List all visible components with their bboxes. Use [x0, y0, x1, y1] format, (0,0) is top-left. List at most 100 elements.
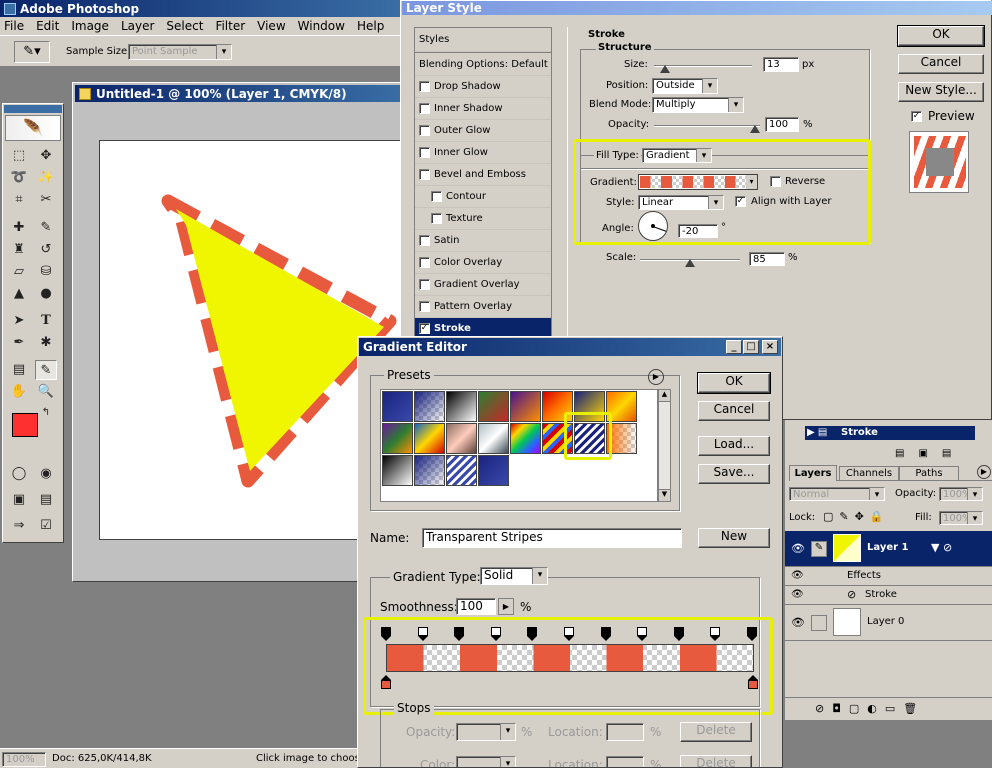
- feather-logo-icon[interactable]: 🪶: [5, 115, 61, 141]
- gradient-preset-swatch[interactable]: [478, 423, 509, 454]
- gradient-preset-swatch[interactable]: [414, 455, 445, 486]
- style-item-outer-glow[interactable]: Outer Glow: [415, 120, 551, 142]
- clone-stamp-icon[interactable]: ♜: [8, 240, 30, 260]
- layer-style-titlebar[interactable]: Layer Style: [402, 1, 992, 15]
- pen-tool-icon[interactable]: ✒: [8, 333, 30, 353]
- slice-tool-icon[interactable]: ✂: [35, 190, 57, 210]
- layer-style-ok-button[interactable]: OK: [897, 25, 985, 47]
- style-item-checkbox[interactable]: [419, 279, 430, 290]
- menu-image[interactable]: Image: [71, 19, 109, 33]
- document-titlebar[interactable]: Untitled-1 @ 100% (Layer 1, CMYK/8): [75, 85, 405, 102]
- paint-bucket-icon[interactable]: ⛁: [35, 262, 57, 282]
- scale-slider-thumb[interactable]: [685, 259, 695, 267]
- sample-size-select[interactable]: Point Sample: [128, 44, 232, 60]
- healing-brush-icon[interactable]: ✚: [8, 218, 30, 238]
- gradient-editor-titlebar[interactable]: Gradient Editor: [359, 338, 781, 356]
- style-item-checkbox[interactable]: [419, 235, 430, 246]
- gradient-load-button[interactable]: Load...: [698, 436, 770, 456]
- layer-blend-select[interactable]: Normal: [789, 487, 885, 501]
- style-item-checkbox[interactable]: [419, 169, 430, 180]
- imageready-jump-icon[interactable]: ⇒: [8, 516, 30, 536]
- new-style-button[interactable]: New Style...: [898, 82, 984, 102]
- zoom-tool-icon[interactable]: 🔍: [35, 382, 57, 402]
- blend-mode-select[interactable]: Multiply: [652, 97, 744, 113]
- opacity-slider[interactable]: [654, 125, 760, 127]
- jump-to-icon[interactable]: ☑: [35, 516, 57, 536]
- eyedropper-tool-icon[interactable]: ✎: [35, 360, 57, 380]
- menu-layer[interactable]: Layer: [121, 19, 154, 33]
- style-item-checkbox[interactable]: [419, 81, 430, 92]
- lock-icons[interactable]: ▢✎✥🔒: [823, 510, 903, 524]
- scroll-up-icon[interactable]: ▲: [659, 390, 670, 402]
- opacity-slider-thumb[interactable]: [750, 125, 760, 133]
- brush-link-icon[interactable]: ✎: [811, 541, 827, 557]
- gradient-cancel-button[interactable]: Cancel: [698, 401, 770, 421]
- style-item-contour[interactable]: Contour: [415, 186, 551, 208]
- blur-tool-icon[interactable]: ▲: [8, 284, 30, 304]
- style-item-checkbox[interactable]: [419, 103, 430, 114]
- scroll-down-icon[interactable]: ▼: [659, 489, 670, 501]
- fullscreen-mode-icon[interactable]: ▤: [35, 490, 57, 510]
- gradient-preset-swatch[interactable]: [382, 423, 413, 454]
- foreground-color-swatch[interactable]: [12, 413, 38, 437]
- style-item-gradient-overlay[interactable]: Gradient Overlay: [415, 274, 551, 296]
- move-tool-icon[interactable]: ✥: [35, 146, 57, 166]
- fill-select[interactable]: 100%: [939, 511, 983, 525]
- lasso-tool-icon[interactable]: ➰: [8, 168, 30, 188]
- menu-help[interactable]: Help: [357, 19, 384, 33]
- gradient-preset-swatch[interactable]: [414, 391, 445, 422]
- layer-style-cancel-button[interactable]: Cancel: [898, 54, 984, 74]
- presets-menu-icon[interactable]: ▶: [648, 369, 664, 385]
- style-item-checkbox[interactable]: [419, 301, 430, 312]
- eraser-tool-icon[interactable]: ▱: [8, 262, 30, 282]
- size-slider-thumb[interactable]: [660, 65, 670, 73]
- style-item-checkbox[interactable]: ✓: [419, 323, 430, 334]
- style-item-checkbox[interactable]: [431, 191, 442, 202]
- screen-mode-icon[interactable]: ▣: [8, 490, 30, 510]
- menu-select[interactable]: Select: [166, 19, 203, 33]
- menu-file[interactable]: File: [4, 19, 24, 33]
- layer0-link-box[interactable]: [811, 615, 827, 631]
- layer-opacity-select[interactable]: 100%: [939, 487, 983, 501]
- dodge-tool-icon[interactable]: ●: [35, 284, 57, 304]
- style-item-checkbox[interactable]: [419, 125, 430, 136]
- notes-tool-icon[interactable]: ▤: [8, 360, 30, 380]
- opacity-delete-button[interactable]: Delete: [680, 722, 752, 742]
- tab-paths[interactable]: Paths: [899, 466, 959, 481]
- gradient-preset-swatch[interactable]: [446, 455, 477, 486]
- gradient-type-select[interactable]: Solid: [480, 567, 548, 585]
- style-item-texture[interactable]: Texture: [415, 208, 551, 230]
- quickmask-mode-icon[interactable]: ◉: [35, 464, 57, 484]
- presets-scrollbar[interactable]: ▲ ▼: [658, 389, 671, 502]
- smoothness-arrow-icon[interactable]: ▶: [498, 598, 514, 615]
- gradient-preset-swatch[interactable]: [382, 455, 413, 486]
- gradient-preset-swatch[interactable]: [478, 455, 509, 486]
- style-item-inner-shadow[interactable]: Inner Shadow: [415, 98, 551, 120]
- style-item-inner-glow[interactable]: Inner Glow: [415, 142, 551, 164]
- gradient-save-button[interactable]: Save...: [698, 464, 770, 484]
- panel-menu-icon[interactable]: ▶: [977, 465, 991, 479]
- shape-tool-icon[interactable]: ✱: [35, 333, 57, 353]
- stop-opacity-field[interactable]: [456, 723, 516, 741]
- style-item-drop-shadow[interactable]: Drop Shadow: [415, 76, 551, 98]
- style-item-pattern-overlay[interactable]: Pattern Overlay: [415, 296, 551, 318]
- scale-input[interactable]: 85: [749, 252, 785, 266]
- eyedropper-tool-preset[interactable]: ✎▾: [14, 41, 50, 63]
- history-brush-icon[interactable]: ↺: [35, 240, 57, 260]
- brush-tool-icon[interactable]: ✎: [35, 218, 57, 238]
- blending-options-item[interactable]: Blending Options: Default: [415, 52, 551, 76]
- magic-wand-icon[interactable]: ✨: [35, 168, 57, 188]
- close-button[interactable]: ×: [762, 340, 778, 354]
- visibility-eye-icon[interactable]: 👁: [791, 542, 805, 555]
- gradient-preset-swatch[interactable]: [510, 423, 541, 454]
- style-item-checkbox[interactable]: [419, 257, 430, 268]
- menu-filter[interactable]: Filter: [215, 19, 245, 33]
- position-select[interactable]: Outside: [652, 78, 718, 94]
- style-item-checkbox[interactable]: [419, 147, 430, 158]
- tab-layers[interactable]: Layers: [789, 465, 837, 481]
- new-gradient-button[interactable]: New: [698, 528, 770, 548]
- opacity-location-field[interactable]: [606, 723, 644, 741]
- style-item-color-overlay[interactable]: Color Overlay: [415, 252, 551, 274]
- swap-colors-icon[interactable]: ↰: [39, 406, 53, 420]
- size-input[interactable]: 13: [763, 57, 799, 72]
